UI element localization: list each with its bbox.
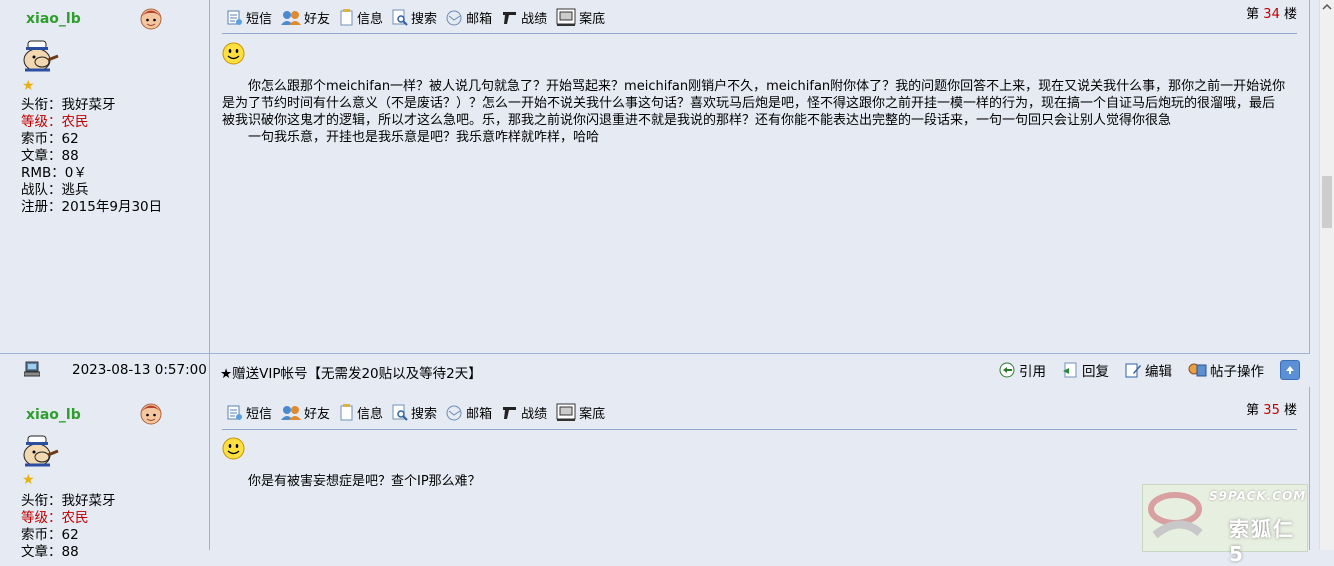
author-coins: 索币：62 <box>21 131 79 147</box>
info-document-icon <box>340 8 353 25</box>
vip-promo-link[interactable]: ★赠送VIP帐号【无需发20贴以及等待2天】 <box>220 362 482 382</box>
post-footer: 2023-08-13 0:57:00 ★赠送VIP帐号【无需发20贴以及等待2天… <box>0 353 1310 388</box>
case-file-icon <box>556 403 576 421</box>
author-title: 头衔：我好菜牙 <box>21 493 116 509</box>
thread-operations-button[interactable]: 帖子操作 <box>1188 360 1264 380</box>
rank-star-icon: ★ <box>22 472 35 488</box>
author-level: 等级：农民 <box>21 510 89 526</box>
author-info: 头衔：我好菜牙 等级：农民 索币：62 文章：88 RMB：0￥ 战队：逃兵 注… <box>21 97 162 216</box>
toolbar-mailbox[interactable]: 邮箱 <box>446 403 492 422</box>
mail-icon <box>446 10 462 25</box>
post-timestamp: 2023-08-13 0:57:00 <box>72 362 207 378</box>
post-35: xiao_lb ★ 头衔：我好菜牙 等级：农民 索币：62 文章：88 短信 好… <box>0 387 1310 560</box>
toolbar-record[interactable]: 战绩 <box>501 403 547 422</box>
site-watermark-logo: S9PACK.COM 索狐仁5 <box>1142 484 1308 566</box>
author-sidebar: xiao_lb ★ 头衔：我好菜牙 等级：农民 索币：62 <box>0 0 210 353</box>
post-actions: 引用 回复 编辑 帖子操作 <box>983 360 1300 380</box>
toolbar-friend[interactable]: 好友 <box>281 8 330 27</box>
info-document-icon <box>340 403 353 420</box>
popeye-avatar-icon <box>23 435 59 467</box>
quote-button[interactable]: 引用 <box>999 360 1046 380</box>
toolbar-case[interactable]: 案底 <box>556 8 605 27</box>
author-registered: 注册：2015年9月30日 <box>21 199 163 215</box>
author-sidebar: xiao_lb ★ 头衔：我好菜牙 等级：农民 索币：62 <box>0 387 210 560</box>
gender-avatar-icon <box>140 8 162 30</box>
post-34: xiao_lb ★ 头衔：我好菜牙 等级：农民 索币：62 文章：88 RMB：… <box>0 0 1310 353</box>
search-icon <box>392 9 408 26</box>
watermark-text: S9PACK.COM <box>1209 489 1307 503</box>
tools-icon <box>1188 363 1207 377</box>
gender-avatar-icon <box>140 403 162 425</box>
mail-icon <box>446 405 462 420</box>
header-divider <box>222 33 1297 34</box>
toolbar-search[interactable]: 搜索 <box>392 403 437 422</box>
author-level: 等级：农民 <box>21 114 89 130</box>
toolbar-info[interactable]: 信息 <box>339 8 383 27</box>
message-paragraph: 一句我乐意，开挂也是我乐意是吧？我乐意咋样就咋样，哈哈 <box>248 130 600 145</box>
message-icon <box>227 405 242 420</box>
author-articles: 文章：88 <box>21 544 79 560</box>
reply-button[interactable]: 回复 <box>1062 360 1109 380</box>
toolbar-message[interactable]: 短信 <box>226 8 272 27</box>
watermark-s-logo-icon <box>1148 492 1203 539</box>
author-team: 战队：逃兵 <box>21 182 89 198</box>
post-toolbar: 短信 好友 信息 搜索 邮箱 战绩 案底 <box>226 402 614 422</box>
toolbar-friend[interactable]: 好友 <box>281 403 330 422</box>
friends-icon <box>281 405 302 420</box>
forum-thread: xiao_lb ★ 头衔：我好菜牙 等级：农民 索币：62 文章：88 RMB：… <box>0 0 1320 566</box>
computer-icon <box>24 361 40 377</box>
floor-number: 第 35 楼 <box>1246 403 1297 418</box>
message-icon <box>227 10 242 25</box>
header-divider <box>222 429 1297 430</box>
author-rmb: RMB：0￥ <box>21 165 87 181</box>
post-message: 你怎么跟那个meichifan一样？被人说几句就急了？开始骂起来？meichif… <box>222 78 1287 146</box>
author-articles: 文章：88 <box>21 148 79 164</box>
smiley-icon <box>222 42 245 65</box>
gun-icon <box>503 11 517 24</box>
floor-number: 第 34 楼 <box>1246 7 1297 22</box>
case-file-icon <box>556 8 576 26</box>
post-content: 短信 好友 信息 搜索 邮箱 <box>210 0 1310 353</box>
post-toolbar: 短信 好友 信息 搜索 邮箱 战绩 案底 <box>226 7 614 27</box>
arrow-up-icon <box>1286 366 1294 374</box>
author-username[interactable]: xiao_lb <box>26 11 81 27</box>
quote-icon <box>999 362 1015 378</box>
toolbar-message[interactable]: 短信 <box>226 403 272 422</box>
page-scrollbar[interactable] <box>1319 0 1334 550</box>
author-coins: 索币：62 <box>21 527 79 543</box>
watermark-cn-text: 索狐仁5 <box>1229 517 1295 566</box>
scroll-up-arrow-icon[interactable] <box>1320 0 1334 14</box>
rank-star-icon: ★ <box>22 78 35 94</box>
toolbar-mailbox[interactable]: 邮箱 <box>446 8 492 27</box>
footer-left: 2023-08-13 0:57:00 <box>0 354 210 387</box>
search-icon <box>392 404 408 421</box>
message-paragraph: 你是有被害妄想症是吧？查个IP那么难？ <box>248 474 481 489</box>
back-to-top-button[interactable] <box>1280 360 1300 380</box>
scrollbar-thumb[interactable] <box>1322 176 1332 228</box>
author-info: 头衔：我好菜牙 等级：农民 索币：62 文章：88 <box>21 493 116 561</box>
post-message: 你是有被害妄想症是吧？查个IP那么难？ <box>222 473 1287 490</box>
smiley-icon <box>222 437 245 460</box>
reply-icon <box>1063 362 1077 378</box>
message-paragraph: 你怎么跟那个meichifan一样？被人说几句就急了？开始骂起来？meichif… <box>222 79 1286 128</box>
popeye-avatar-icon <box>23 40 59 72</box>
edit-button[interactable]: 编辑 <box>1125 360 1172 380</box>
toolbar-info[interactable]: 信息 <box>339 403 383 422</box>
author-title: 头衔：我好菜牙 <box>21 97 116 113</box>
toolbar-case[interactable]: 案底 <box>556 403 605 422</box>
toolbar-search[interactable]: 搜索 <box>392 8 437 27</box>
friends-icon <box>281 10 302 25</box>
author-username[interactable]: xiao_lb <box>26 407 81 423</box>
gun-icon <box>503 406 517 419</box>
toolbar-record[interactable]: 战绩 <box>501 8 547 27</box>
edit-icon <box>1125 363 1141 378</box>
